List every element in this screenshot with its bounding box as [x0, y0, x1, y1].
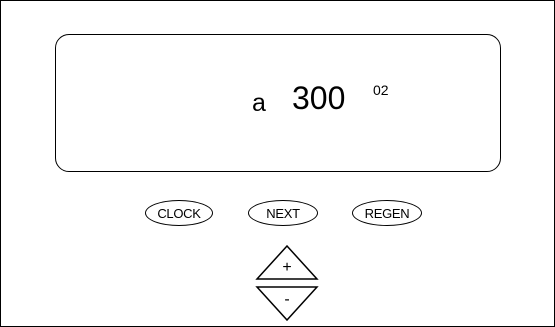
down-button-label: - [284, 291, 290, 308]
up-button[interactable]: + [255, 245, 319, 281]
regen-button[interactable]: REGEN [352, 200, 422, 226]
display-value: 300 [292, 80, 346, 116]
clock-button[interactable]: CLOCK [145, 200, 213, 226]
down-button[interactable]: - [255, 286, 319, 322]
display-mode-indicator: a [252, 89, 266, 117]
display-readout: a 300 02 [56, 79, 500, 119]
control-panel: a 300 02 CLOCK NEXT REGEN + - [0, 0, 555, 327]
display-sub-value: 02 [373, 82, 389, 98]
up-button-label: + [282, 259, 292, 276]
lcd-display: a 300 02 [55, 34, 501, 172]
next-button[interactable]: NEXT [248, 200, 318, 226]
